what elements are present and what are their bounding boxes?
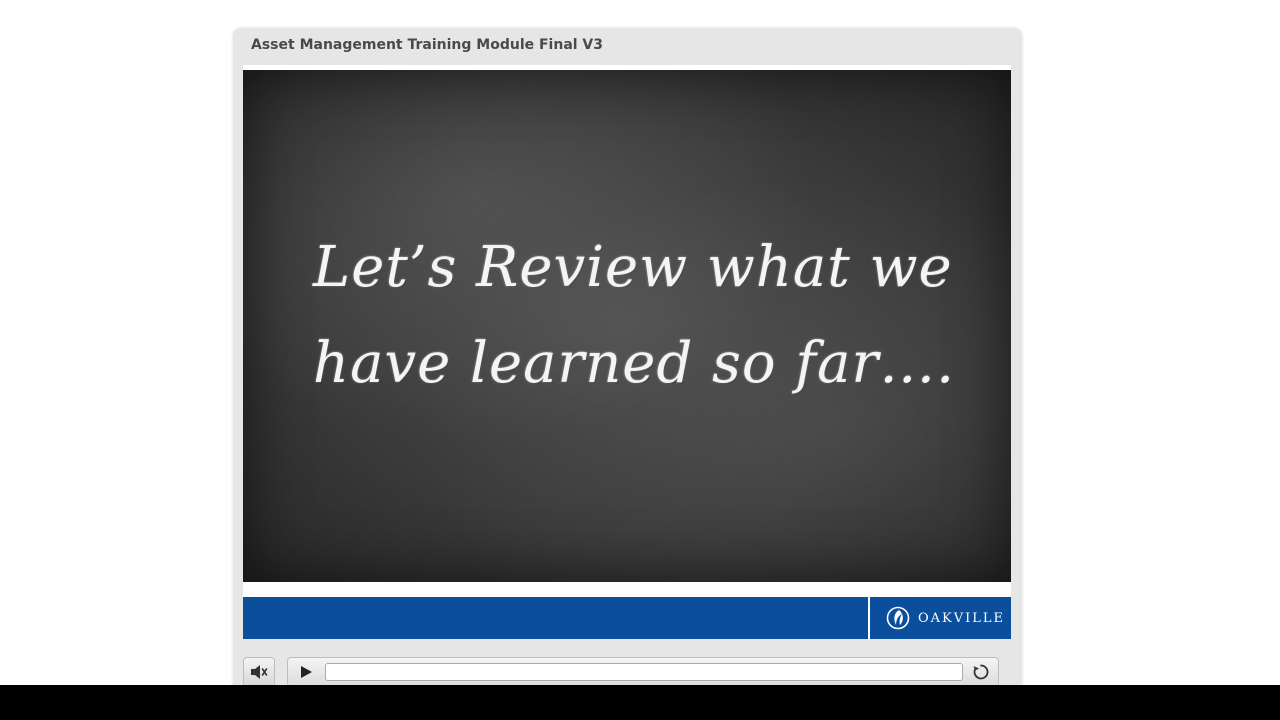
slide-heading: Let’s Review what we have learned so far… (313, 220, 963, 412)
slide-heading-line-2: have learned so far…. (313, 331, 956, 396)
speaker-icon (251, 665, 268, 679)
slide-frame: Let’s Review what we have learned so far… (243, 65, 1011, 639)
replay-button[interactable] (971, 662, 991, 682)
oakville-logo: OAKVILLE (886, 605, 1005, 631)
logo-text: OAKVILLE (918, 610, 1006, 626)
playbar (287, 657, 999, 687)
play-button[interactable] (296, 662, 316, 682)
slide-footer-band: OAKVILLE (243, 597, 1011, 639)
page: Asset Management Training Module Final V… (0, 0, 1280, 720)
footer-divider (868, 597, 870, 639)
slide-heading-line-1: Let’s Review what we (313, 235, 953, 300)
course-title: Asset Management Training Module Final V… (251, 37, 604, 53)
course-player: Asset Management Training Module Final V… (233, 28, 1022, 688)
mute-button[interactable] (243, 657, 275, 687)
oak-leaf-icon (886, 606, 910, 630)
bottom-black-bar (0, 685, 1280, 720)
replay-icon (973, 664, 989, 680)
play-icon (301, 666, 312, 678)
chalkboard-slide: Let’s Review what we have learned so far… (243, 70, 1011, 582)
playback-controls (243, 656, 1011, 688)
progress-bar[interactable] (325, 663, 963, 681)
